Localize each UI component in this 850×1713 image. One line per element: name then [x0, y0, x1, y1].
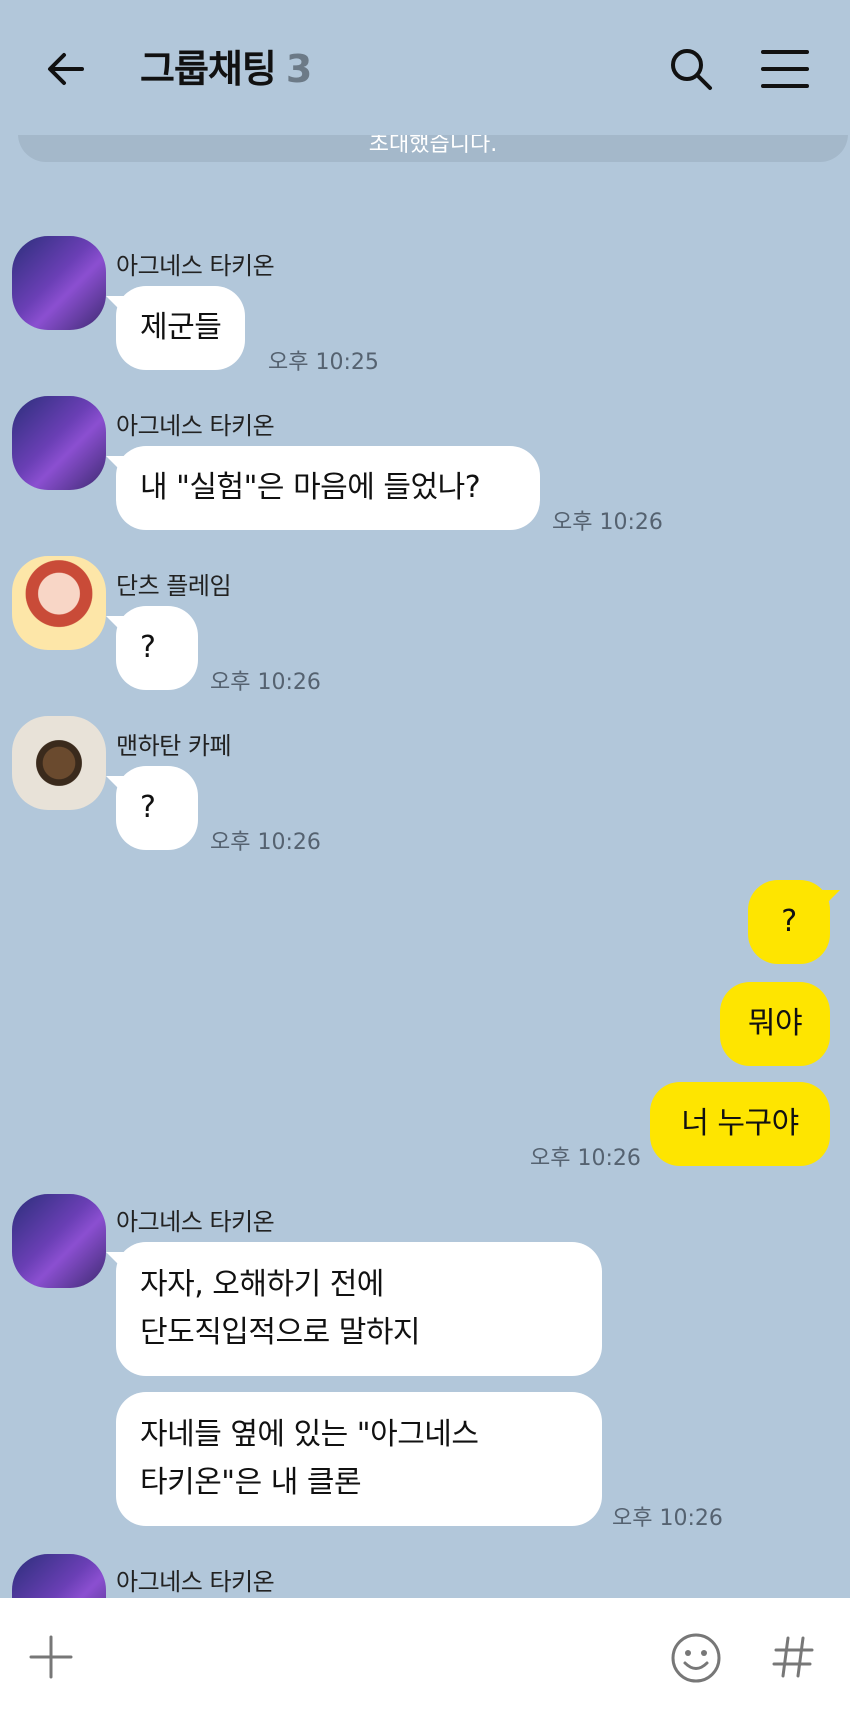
message-bubble[interactable]: ? — [106, 766, 198, 850]
search-icon — [671, 49, 712, 90]
my-message-bubble[interactable]: 너 누구야 — [650, 1082, 830, 1166]
sender-name: 아그네스 타키온 — [116, 1208, 275, 1236]
message-text: 내 "실험"은 마음에 들었나? — [140, 470, 481, 505]
message-bubble[interactable]: 자자, 오해하기 전에 단도직입적으로 말하지 — [106, 1242, 602, 1376]
hamburger-menu-icon — [761, 50, 809, 88]
chat-title: 그룹채팅 3 — [140, 44, 312, 94]
add-button[interactable] — [28, 1634, 74, 1680]
message-time: 오후 10:26 — [530, 1146, 641, 1171]
message-text-line: 단도직입적으로 말하지 — [140, 1315, 421, 1350]
avatar-manhattan-cafe[interactable] — [12, 716, 106, 810]
message-text-line: 자네들 옆에 있는 "아그네스 — [140, 1417, 479, 1452]
sender-name: 단츠 플레임 — [116, 572, 232, 600]
message-bubble[interactable]: 내 "실험"은 마음에 들었나? — [106, 446, 540, 530]
message-text: 제군들 — [140, 310, 222, 345]
message-text-line: 자자, 오해하기 전에 — [140, 1267, 384, 1302]
message-input-bar — [0, 1598, 850, 1713]
message-bubble[interactable]: 제군들 — [106, 286, 246, 370]
message-text: ? — [781, 904, 797, 939]
avatar-dantsu-flame[interactable] — [12, 556, 106, 650]
hash-button[interactable] — [770, 1634, 816, 1680]
emoji-button[interactable] — [670, 1632, 722, 1684]
message-text: 뭐야 — [747, 1006, 803, 1041]
message-text-line: 타키온"은 내 클론 — [140, 1465, 362, 1500]
message-time: 오후 10:26 — [612, 1506, 723, 1531]
sender-name: 아그네스 타키온 — [116, 412, 275, 440]
message-bubble[interactable]: ? — [106, 606, 198, 690]
member-count: 3 — [285, 47, 312, 91]
menu-button[interactable] — [760, 46, 810, 92]
message-time: 오후 10:25 — [268, 350, 379, 375]
back-button[interactable] — [44, 44, 94, 94]
avatar-agnes[interactable] — [12, 1194, 106, 1288]
message-time: 오후 10:26 — [210, 830, 321, 855]
search-button[interactable] — [668, 46, 714, 92]
plus-icon — [29, 1635, 73, 1679]
message-text: 너 누구야 — [681, 1106, 799, 1141]
message-bubble[interactable]: 자네들 옆에 있는 "아그네스 타키온"은 내 클론 — [116, 1392, 602, 1526]
emoji-icon — [671, 1633, 721, 1683]
arrow-left-icon — [48, 53, 84, 85]
message-text: ? — [140, 630, 156, 665]
my-message-bubble[interactable]: 뭐야 — [720, 982, 830, 1066]
chat-title-text: 그룹채팅 — [140, 47, 277, 91]
message-time: 오후 10:26 — [210, 670, 321, 695]
sender-name: 맨하탄 카페 — [116, 732, 232, 760]
hash-icon — [772, 1636, 814, 1678]
message-time: 오후 10:26 — [552, 510, 663, 535]
my-message-bubble[interactable]: ? — [748, 880, 840, 964]
avatar-agnes[interactable] — [12, 236, 106, 330]
chat-header: 그룹채팅 3 — [0, 0, 850, 135]
avatar-agnes[interactable] — [12, 396, 106, 490]
message-text: ? — [140, 790, 156, 825]
sender-name: 아그네스 타키온 — [116, 252, 275, 280]
sender-name: 아그네스 타키온 — [116, 1568, 275, 1596]
